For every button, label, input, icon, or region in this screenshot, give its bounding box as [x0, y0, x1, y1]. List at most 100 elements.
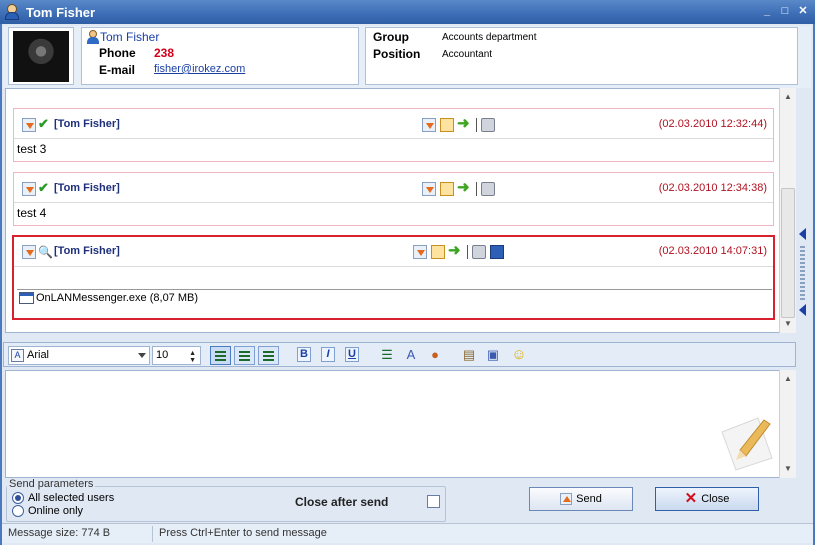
font-size-value: 10: [156, 349, 169, 361]
contact-name: Tom Fisher: [100, 30, 160, 44]
smiley-icon[interactable]: ☺: [511, 347, 527, 363]
group-label: Group: [373, 30, 409, 44]
contact-photo: [8, 27, 74, 85]
phone-label: Phone: [99, 46, 136, 60]
history-scrollbar[interactable]: ▲ ▼: [779, 88, 796, 333]
copy-icon[interactable]: [440, 182, 454, 196]
attachment-label: OnLANMessenger.exe (8,07 MB): [36, 292, 199, 304]
position-label: Position: [373, 47, 421, 61]
radio-button-on[interactable]: [12, 492, 24, 504]
expand-icon[interactable]: [22, 118, 36, 132]
message-item-selected[interactable]: 🔍 [Tom Fisher] ➜ (02.03.2010 14:07:31) O…: [12, 235, 775, 320]
radio-button-off[interactable]: [12, 505, 24, 517]
scroll-thumb[interactable]: [781, 188, 795, 318]
contact-details-box: Group Accounts department Position Accou…: [365, 27, 798, 85]
italic-button[interactable]: I: [321, 347, 335, 362]
align-right-button[interactable]: [258, 346, 279, 365]
input-scrollbar[interactable]: ▲ ▼: [779, 370, 796, 478]
phone-value: 238: [154, 46, 175, 60]
expand-icon[interactable]: [22, 245, 36, 259]
message-input[interactable]: [5, 370, 796, 478]
grip-icon: [800, 246, 805, 300]
minimize-button[interactable]: _: [761, 5, 773, 17]
close-after-send-label: Close after send: [295, 495, 389, 509]
font-select[interactable]: A Arial: [8, 346, 150, 365]
format-toolbar: A Arial 10 ▲ ▼ B I U ☰ A ● ▤ ▣ ☺: [3, 342, 796, 367]
email-label: E-mail: [99, 63, 136, 77]
message-author: [Tom Fisher]: [54, 182, 120, 194]
save-icon[interactable]: [490, 245, 504, 259]
app-user-icon: [4, 4, 20, 20]
status-hint: Press Ctrl+Enter to send message: [159, 527, 327, 539]
scroll-down-button[interactable]: ▼: [780, 317, 796, 331]
compose-pencil-icon: [721, 417, 773, 471]
email-link[interactable]: fisher@irokez.com: [154, 63, 245, 75]
divider: [152, 526, 153, 542]
align-center-button[interactable]: [234, 346, 255, 365]
font-color-icon[interactable]: A: [403, 347, 419, 363]
spin-down-icon[interactable]: ▼: [189, 357, 196, 364]
copy-icon[interactable]: [440, 118, 454, 132]
copy-icon[interactable]: [431, 245, 445, 259]
radio-online-only[interactable]: Online only: [12, 505, 83, 517]
message-time: (02.03.2010 12:32:44): [658, 118, 767, 130]
divider: [17, 289, 772, 290]
underline-button[interactable]: U: [345, 347, 359, 362]
window-title: Tom Fisher: [26, 4, 96, 20]
radio-all-selected[interactable]: All selected users: [12, 492, 114, 504]
close-window-button[interactable]: ✕: [797, 5, 809, 17]
close-icon: ✕: [684, 490, 698, 507]
close-after-send-checkbox[interactable]: [427, 495, 440, 508]
send-parameters-legend: Send parameters: [7, 478, 96, 490]
message-item[interactable]: ✔ [Tom Fisher] ➜ (02.03.2010 12:34:38) t…: [13, 172, 774, 226]
message-text: test 4: [17, 206, 47, 220]
separator: [467, 245, 468, 259]
font-size-stepper[interactable]: 10 ▲ ▼: [152, 346, 201, 365]
position-value: Accountant: [442, 49, 493, 60]
check-icon: ✔: [38, 180, 49, 195]
print-icon[interactable]: [481, 118, 495, 132]
download-icon[interactable]: [422, 182, 436, 196]
print-icon[interactable]: [481, 182, 495, 196]
radio-all-label: All selected users: [28, 492, 115, 504]
message-time: (02.03.2010 12:34:38): [658, 182, 767, 194]
download-icon[interactable]: [422, 118, 436, 132]
send-button[interactable]: Send: [529, 487, 633, 511]
maximize-button[interactable]: □: [779, 5, 791, 17]
forward-icon[interactable]: ➜: [457, 116, 471, 131]
status-bar: Message size: 774 B Press Ctrl+Enter to …: [2, 523, 813, 543]
scroll-up-button[interactable]: ▲: [780, 90, 796, 104]
radio-online-label: Online only: [28, 505, 84, 517]
close-button[interactable]: ✕ Close: [655, 487, 759, 511]
message-size: Message size: 774 B: [8, 527, 111, 539]
file-icon: [19, 292, 34, 304]
font-value: Arial: [27, 349, 50, 361]
bold-button[interactable]: B: [297, 347, 311, 362]
title-bar[interactable]: Tom Fisher _ □ ✕: [0, 0, 815, 24]
scroll-up-button[interactable]: ▲: [780, 372, 796, 386]
message-time: (02.03.2010 14:07:31): [658, 245, 767, 257]
download-icon[interactable]: [413, 245, 427, 259]
attachment[interactable]: OnLANMessenger.exe (8,07 MB): [19, 292, 198, 304]
bullet-list-icon[interactable]: ☰: [379, 347, 395, 363]
palette-icon[interactable]: ●: [427, 347, 443, 363]
insert-image-icon[interactable]: ▣: [485, 347, 501, 363]
group-value: Accounts department: [442, 32, 537, 43]
message-history[interactable]: ✔ [Tom Fisher] ➜ (02.03.2010 12:32:44) t…: [5, 88, 796, 333]
align-left-button[interactable]: [210, 346, 231, 365]
contact-header: Tom Fisher Phone 238 E-mail fisher@iroke…: [3, 26, 811, 88]
spin-up-icon[interactable]: ▲: [189, 350, 196, 357]
forward-icon[interactable]: ➜: [448, 243, 462, 258]
expand-icon[interactable]: [22, 182, 36, 196]
send-button-label: Send: [576, 493, 602, 505]
message-item[interactable]: ✔ [Tom Fisher] ➜ (02.03.2010 12:32:44) t…: [13, 108, 774, 162]
check-icon: ✔: [38, 116, 49, 131]
scroll-down-button[interactable]: ▼: [780, 462, 796, 476]
side-panel-toggle[interactable]: [797, 222, 809, 322]
separator: [476, 118, 477, 132]
close-button-label: Close: [701, 493, 730, 505]
forward-icon[interactable]: ➜: [457, 180, 471, 195]
print-icon[interactable]: [472, 245, 486, 259]
message-author: [Tom Fisher]: [54, 245, 120, 257]
insert-file-icon[interactable]: ▤: [461, 347, 477, 363]
